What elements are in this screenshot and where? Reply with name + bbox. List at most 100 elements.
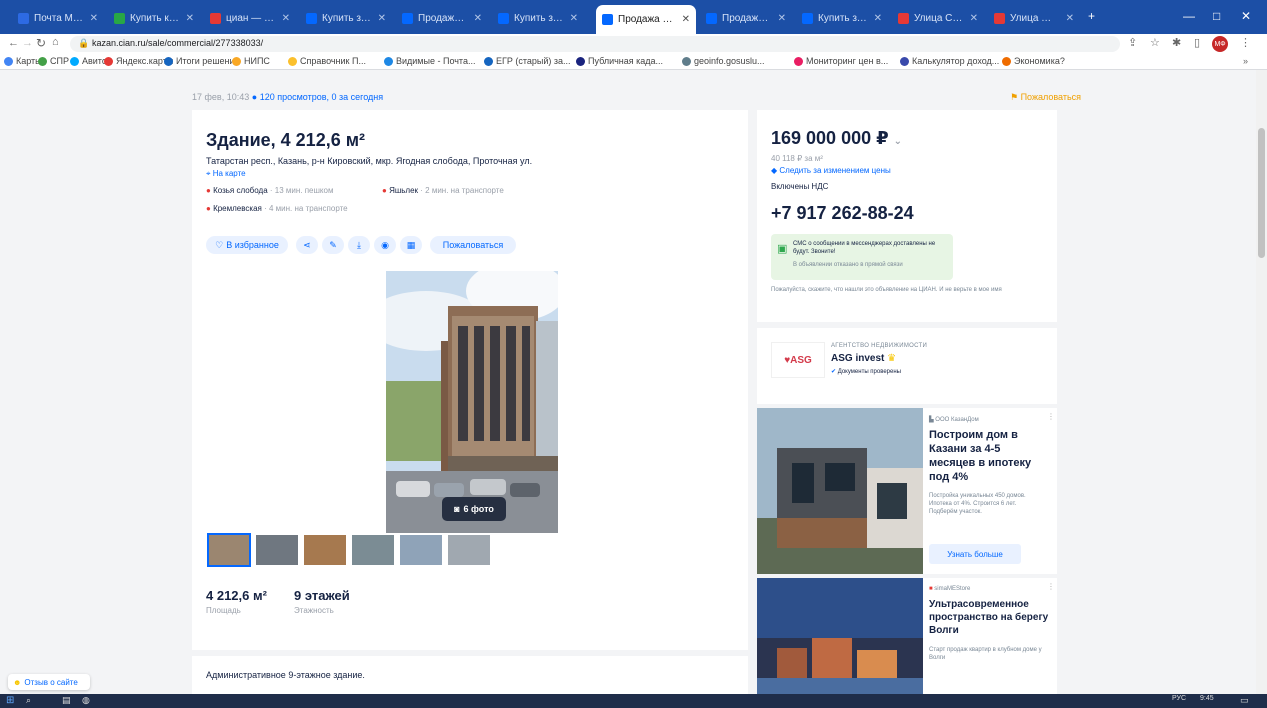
tab-close-icon[interactable]: ✕: [186, 13, 194, 24]
new-tab-button[interactable]: +: [1088, 9, 1095, 23]
tab-8[interactable]: Купить здание ✕: [796, 6, 888, 30]
on-map-link[interactable]: ⌖ На карте: [206, 169, 246, 179]
tab-7[interactable]: Продажа здани ✕: [700, 6, 792, 30]
chrome-icon[interactable]: ◍: [82, 695, 90, 706]
reload-icon[interactable]: ↻: [36, 36, 46, 50]
bookmark-item[interactable]: Калькулятор доход...: [900, 56, 999, 66]
share-button[interactable]: ⋖: [296, 236, 318, 254]
watch-price-link[interactable]: ◆ Следить за изменением цены: [771, 166, 891, 175]
complain-link[interactable]: ⚑ Пожаловаться: [1010, 92, 1081, 103]
clock[interactable]: 9:45: [1200, 695, 1214, 702]
more-bookmarks-icon[interactable]: »: [1243, 56, 1248, 66]
bookmark-item[interactable]: geoinfo.gosuslu...: [682, 56, 765, 66]
share-icon[interactable]: ⇪: [1128, 36, 1137, 49]
tab-close-icon[interactable]: ✕: [682, 14, 690, 25]
chevron-down-icon[interactable]: ⌄: [894, 136, 902, 147]
thumbnail[interactable]: [304, 535, 346, 565]
phone-number[interactable]: +7 917 262-88-24: [771, 203, 914, 224]
listing-address[interactable]: Татарстан респ., Казань, р-н Кировский, …: [206, 156, 532, 166]
tab-close-icon[interactable]: ✕: [282, 13, 290, 24]
tab-close-icon[interactable]: ✕: [90, 13, 98, 24]
thumbnail[interactable]: [352, 535, 394, 565]
tab-close-icon[interactable]: ✕: [874, 13, 882, 24]
metro-station[interactable]: ● Яшьлек · 2 мин. на транспорте: [382, 186, 504, 195]
bookmark-item[interactable]: Яндекс.карты: [104, 56, 173, 66]
thumbnail[interactable]: [400, 535, 442, 565]
more-icon[interactable]: ⋮: [1047, 582, 1055, 591]
bookmark-item[interactable]: Итоги решения: [164, 56, 239, 66]
feedback-button[interactable]: ☻ Отзыв о сайте: [8, 674, 90, 690]
bookmark-item[interactable]: НИПС: [232, 56, 270, 66]
bookmark-item[interactable]: ЕГР (старый) за...: [484, 56, 571, 66]
ad-headline[interactable]: Ультрасовременное пространство на берегу…: [929, 598, 1053, 637]
download-button[interactable]: ⤓: [348, 236, 370, 254]
eye-icon: ◉: [381, 239, 389, 250]
address-bar[interactable]: 🔒 kazan.cian.ru/sale/commercial/27733803…: [70, 36, 1120, 52]
forward-icon[interactable]: →: [22, 37, 33, 49]
tab-2[interactable]: циан — Яндекс ✕: [204, 6, 296, 30]
complain-button[interactable]: Пожаловаться: [430, 236, 516, 254]
agency-name[interactable]: ASG invest ♛: [831, 353, 896, 364]
menu-icon[interactable]: ⋮: [1240, 36, 1251, 49]
sidebar-icon[interactable]: ▯: [1194, 36, 1200, 49]
notifications-icon[interactable]: ▭: [1240, 695, 1249, 706]
hide-button[interactable]: ◉: [374, 236, 396, 254]
tab-6[interactable]: Продажа здани ✕: [596, 5, 696, 34]
search-icon[interactable]: ⌕: [26, 695, 31, 706]
bookmark-item[interactable]: Экономика?: [1002, 56, 1065, 66]
bookmark-item[interactable]: Публичная када...: [576, 56, 663, 66]
agency-label: АГЕНТСТВО НЕДВИЖИМОСТИ: [831, 343, 928, 349]
thumbnail[interactable]: [207, 533, 251, 567]
language-indicator[interactable]: РУС: [1172, 695, 1186, 702]
tab-4[interactable]: Продажа зданий ✕: [396, 6, 488, 30]
bookmark-item[interactable]: СПР: [38, 56, 69, 66]
extensions-icon[interactable]: ✱: [1172, 36, 1181, 49]
profile-avatar[interactable]: МФ: [1212, 36, 1228, 52]
tab-close-icon[interactable]: ✕: [378, 13, 386, 24]
tab-5[interactable]: Купить здание ✕: [492, 6, 584, 30]
chart-button[interactable]: ▦: [400, 236, 422, 254]
tab-1[interactable]: Купить коммерч ✕: [108, 6, 200, 30]
price-card: 169 000 000 ₽ ⌄ 40 118 ₽ за м² ◆ Следить…: [757, 110, 1057, 322]
tab-10[interactable]: Улица Юнусова ✕: [988, 6, 1080, 30]
tab-close-icon[interactable]: ✕: [970, 13, 978, 24]
ad-card[interactable]: ■ simaMEStore Ультрасовременное простран…: [757, 578, 1057, 694]
thumbnail[interactable]: [448, 535, 490, 565]
maximize-button[interactable]: □: [1213, 9, 1220, 23]
file-explorer-icon[interactable]: ▤: [62, 695, 71, 706]
tab-3[interactable]: Купить здание ✕: [300, 6, 392, 30]
tab-close-icon[interactable]: ✕: [778, 13, 786, 24]
back-icon[interactable]: ←: [8, 37, 19, 49]
main-photo[interactable]: ◙ 6 фото: [386, 271, 558, 533]
bookmark-item[interactable]: Видимые - Почта...: [384, 56, 475, 66]
views-link[interactable]: 120 просмотров, 0 за сегодня: [260, 92, 383, 102]
tab-close-icon[interactable]: ✕: [570, 13, 578, 24]
home-icon[interactable]: ⌂: [52, 36, 59, 48]
metro-station[interactable]: ● Козья слобода · 13 мин. пешком: [206, 186, 333, 195]
bookmark-item[interactable]: Мониторинг цен в...: [794, 56, 888, 66]
scrollbar-thumb[interactable]: [1258, 128, 1265, 258]
ad-headline[interactable]: Построим дом в Казани за 4-5 месяцев в и…: [929, 428, 1049, 484]
tab-0[interactable]: Почта Mail.ru ✕: [12, 6, 104, 30]
scrollbar[interactable]: [1256, 70, 1267, 694]
bookmark-item[interactable]: Карты: [4, 56, 42, 66]
tab-close-icon[interactable]: ✕: [1066, 13, 1074, 24]
more-icon[interactable]: ⋮: [1047, 412, 1055, 421]
agency-card[interactable]: ♥ ASG АГЕНТСТВО НЕДВИЖИМОСТИ ASG invest ♛…: [757, 328, 1057, 404]
thumbnail[interactable]: [256, 535, 298, 565]
tab-9[interactable]: Улица Сулеймано ✕: [892, 6, 984, 30]
star-icon[interactable]: ☆: [1150, 36, 1160, 49]
edit-button[interactable]: ✎: [322, 236, 344, 254]
bookmark-item[interactable]: Авито: [70, 56, 107, 66]
close-window-button[interactable]: ✕: [1241, 9, 1251, 23]
bookmark-item[interactable]: Справочник П...: [288, 56, 366, 66]
bookmark-label: ЕГР (старый) за...: [496, 56, 571, 66]
favorite-button[interactable]: ♡ В избранное: [206, 236, 288, 254]
minimize-button[interactable]: —: [1183, 9, 1195, 23]
ad-card[interactable]: ▙ ООО КазанДом Построим дом в Казани за …: [757, 408, 1057, 574]
metro-station[interactable]: ● Кремлевская · 4 мин. на транспорте: [206, 204, 348, 213]
ad-cta-button[interactable]: Узнать больше: [929, 544, 1021, 564]
start-icon[interactable]: ⊞: [6, 695, 14, 706]
photo-count-button[interactable]: ◙ 6 фото: [442, 497, 506, 521]
tab-close-icon[interactable]: ✕: [474, 13, 482, 24]
